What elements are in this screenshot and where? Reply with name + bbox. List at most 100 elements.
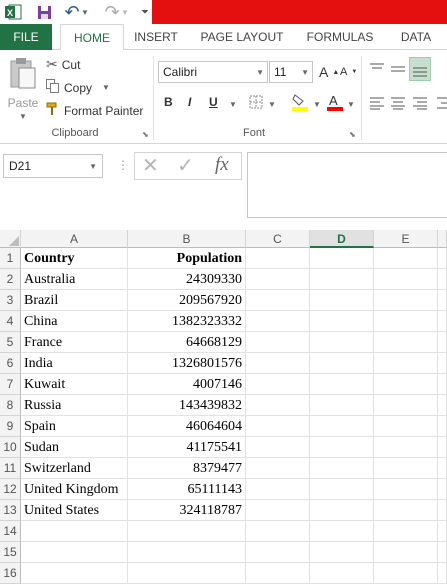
cell-b14[interactable] <box>128 521 246 542</box>
cell-f7[interactable] <box>438 374 447 395</box>
cell-a3[interactable]: Brazil <box>21 290 128 311</box>
cell-a6[interactable]: India <box>21 353 128 374</box>
cell-d15[interactable] <box>310 542 374 563</box>
cell-a2[interactable]: Australia <box>21 269 128 290</box>
cell-e9[interactable] <box>374 416 438 437</box>
cell-b6[interactable]: 1326801576 <box>128 353 246 374</box>
cell-e14[interactable] <box>374 521 438 542</box>
cell-b3[interactable]: 209567920 <box>128 290 246 311</box>
cell-f4[interactable] <box>438 311 447 332</box>
tab-file[interactable]: FILE <box>0 24 52 50</box>
bold-button[interactable]: B <box>164 95 173 109</box>
column-header-e[interactable]: E <box>374 230 438 248</box>
cell-d12[interactable] <box>310 479 374 500</box>
cell-d4[interactable] <box>310 311 374 332</box>
insert-function-button[interactable]: fx <box>215 154 229 176</box>
formula-bar-options-icon[interactable]: ⋮ <box>117 158 129 172</box>
cell-a7[interactable]: Kuwait <box>21 374 128 395</box>
undo-icon[interactable]: ↶ <box>62 2 82 22</box>
font-size-select[interactable]: 11 ▼ <box>269 61 313 83</box>
row-header[interactable]: 14 <box>0 521 21 542</box>
save-icon[interactable] <box>34 2 54 22</box>
customize-qat-icon[interactable]: ⏷ <box>140 2 150 22</box>
cell-d3[interactable] <box>310 290 374 311</box>
column-header-c[interactable]: C <box>246 230 310 248</box>
underline-button[interactable]: U <box>209 95 218 109</box>
row-header[interactable]: 15 <box>0 542 21 563</box>
cell-f2[interactable] <box>438 269 447 290</box>
row-header[interactable]: 4 <box>0 311 21 332</box>
cell-f14[interactable] <box>438 521 447 542</box>
cut-button[interactable]: ✂ Cut <box>46 56 80 73</box>
cell-c5[interactable] <box>246 332 310 353</box>
borders-icon[interactable] <box>249 95 263 112</box>
undo-dropdown-icon[interactable]: ▼ <box>80 2 90 22</box>
tab-data[interactable]: DATA <box>392 24 440 50</box>
cell-f8[interactable] <box>438 395 447 416</box>
cell-c15[interactable] <box>246 542 310 563</box>
cell-e15[interactable] <box>374 542 438 563</box>
formula-input[interactable] <box>247 152 447 218</box>
cell-c4[interactable] <box>246 311 310 332</box>
cell-e3[interactable] <box>374 290 438 311</box>
column-header-d[interactable]: D <box>310 230 374 248</box>
name-box-dropdown-icon[interactable]: ▼ <box>89 162 97 171</box>
cell-b10[interactable]: 41175541 <box>128 437 246 458</box>
cell-b13[interactable]: 324118787 <box>128 500 246 521</box>
tab-formulas[interactable]: FORMULAS <box>302 24 378 50</box>
cell-f15[interactable] <box>438 542 447 563</box>
cell-d6[interactable] <box>310 353 374 374</box>
row-header[interactable]: 8 <box>0 395 21 416</box>
cell-e11[interactable] <box>374 458 438 479</box>
cell-a10[interactable]: Sudan <box>21 437 128 458</box>
cell-f6[interactable] <box>438 353 447 374</box>
column-header-b[interactable]: B <box>128 230 246 248</box>
row-header[interactable]: 10 <box>0 437 21 458</box>
row-header[interactable]: 1 <box>0 248 21 269</box>
cell-f13[interactable] <box>438 500 447 521</box>
cell-d13[interactable] <box>310 500 374 521</box>
cell-f3[interactable] <box>438 290 447 311</box>
cell-e8[interactable] <box>374 395 438 416</box>
cell-b7[interactable]: 4007146 <box>128 374 246 395</box>
cell-f1[interactable] <box>438 248 447 269</box>
font-color-dropdown-icon[interactable]: ▼ <box>347 100 355 109</box>
row-header[interactable]: 3 <box>0 290 21 311</box>
font-launcher-icon[interactable]: ⬊ <box>349 130 356 139</box>
indent-icon[interactable] <box>436 96 447 113</box>
cell-e13[interactable] <box>374 500 438 521</box>
fill-color-icon[interactable] <box>291 93 309 114</box>
cell-b8[interactable]: 143439832 <box>128 395 246 416</box>
cell-b12[interactable]: 65111143 <box>128 479 246 500</box>
row-header[interactable]: 7 <box>0 374 21 395</box>
cell-a11[interactable]: Switzerland <box>21 458 128 479</box>
italic-button[interactable]: I <box>188 95 191 109</box>
cell-b2[interactable]: 24309330 <box>128 269 246 290</box>
cell-e12[interactable] <box>374 479 438 500</box>
cell-b11[interactable]: 8379477 <box>128 458 246 479</box>
cell-d14[interactable] <box>310 521 374 542</box>
select-all-corner[interactable] <box>0 230 21 248</box>
cancel-icon[interactable]: ✕ <box>142 156 159 176</box>
cell-b1[interactable]: Population <box>128 248 246 269</box>
cell-a13[interactable]: United States <box>21 500 128 521</box>
cell-c11[interactable] <box>246 458 310 479</box>
clipboard-launcher-icon[interactable]: ⬊ <box>142 130 149 139</box>
align-left-icon[interactable] <box>369 96 385 113</box>
format-painter-button[interactable]: Format Painter <box>46 102 143 119</box>
cell-a4[interactable]: China <box>21 311 128 332</box>
cell-c8[interactable] <box>246 395 310 416</box>
fill-color-dropdown-icon[interactable]: ▼ <box>313 100 321 109</box>
cell-c1[interactable] <box>246 248 310 269</box>
cell-c10[interactable] <box>246 437 310 458</box>
cell-f9[interactable] <box>438 416 447 437</box>
cell-b15[interactable] <box>128 542 246 563</box>
cell-a9[interactable]: Spain <box>21 416 128 437</box>
cell-c13[interactable] <box>246 500 310 521</box>
align-top-icon[interactable] <box>369 62 385 79</box>
align-center-icon[interactable] <box>390 96 406 113</box>
cell-f12[interactable] <box>438 479 447 500</box>
cell-d2[interactable] <box>310 269 374 290</box>
redo-icon[interactable]: ↷ <box>102 2 122 22</box>
paste-dropdown-icon[interactable]: ▼ <box>19 112 27 121</box>
